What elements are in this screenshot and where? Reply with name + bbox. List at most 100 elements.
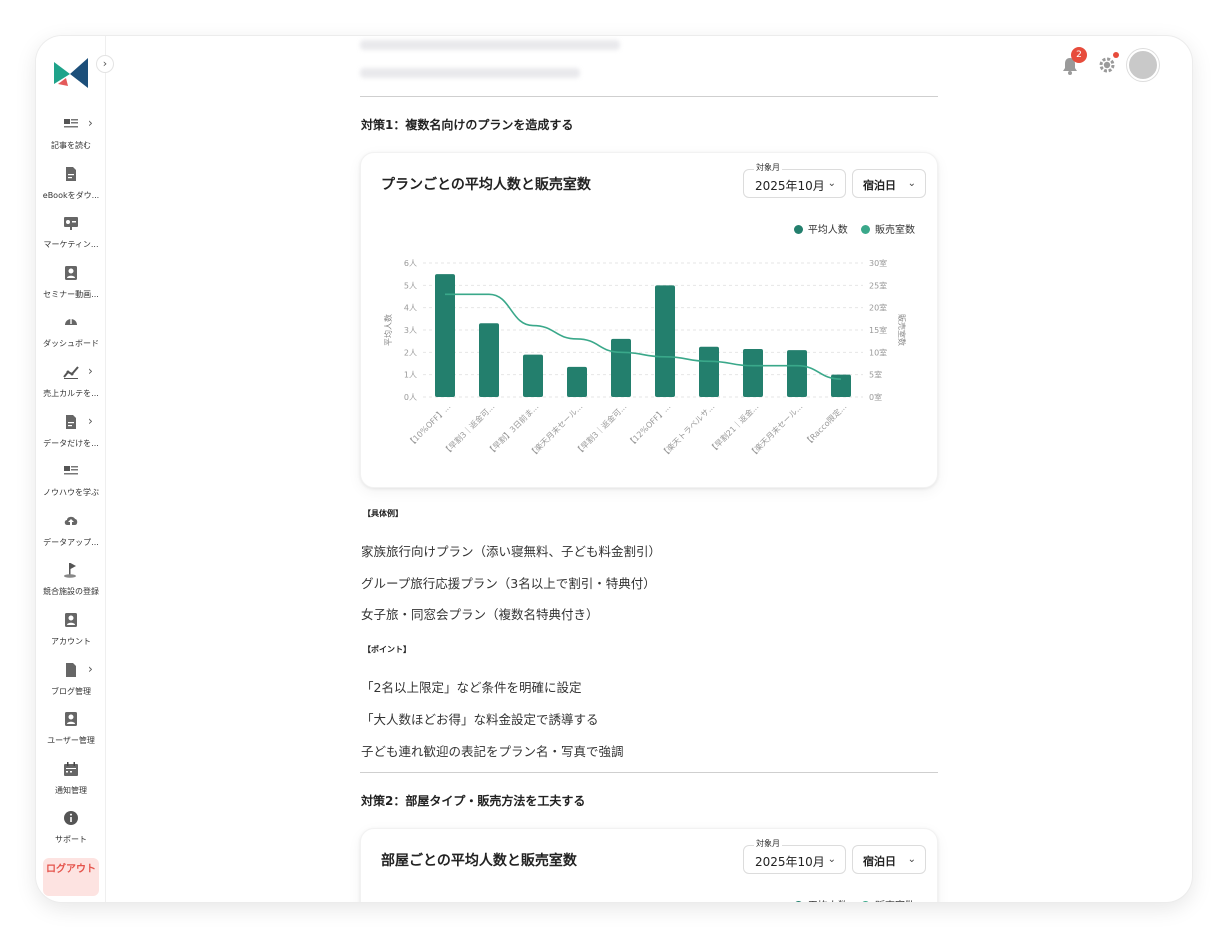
y-left-tick-label: 3人 xyxy=(404,326,417,335)
sidebar-item[interactable]: 競合施設の登録 xyxy=(36,562,106,606)
month-select[interactable]: 対象月 2025年10月 ⌄ xyxy=(743,162,846,198)
sidebar-item[interactable]: アカウント xyxy=(36,612,106,656)
y-right-tick-label: 25室 xyxy=(869,280,887,290)
flag-icon xyxy=(64,563,76,579)
card-title: プランごとの平均人数と販売室数 xyxy=(381,177,591,193)
sidebar-item[interactable]: eBookをダウ... xyxy=(36,166,106,210)
y-left-tick-label: 1人 xyxy=(404,371,417,380)
sidebar-item-label: ユーザー管理 xyxy=(47,736,95,746)
sidebar-item-label: 競合施設の登録 xyxy=(43,587,99,597)
sidebar-item[interactable]: › 記事を読む xyxy=(36,116,106,160)
y-right-tick-label: 30室 xyxy=(869,258,887,268)
legend-swatch xyxy=(793,225,803,234)
bar xyxy=(743,348,763,397)
sidebar-item-label: データアップ... xyxy=(43,537,99,547)
section-title-2: 対策2：部屋タイプ・販売方法を工夫する xyxy=(361,794,586,808)
document-icon xyxy=(66,414,76,429)
legend-label: 平均人数 xyxy=(808,901,848,902)
sidebar-expand-button[interactable]: › xyxy=(96,55,114,73)
sidebar-item[interactable]: 通知管理 xyxy=(36,761,106,805)
sidebar-item-label: ブログ管理 xyxy=(51,686,91,696)
sidebar-item-label: マーケティン... xyxy=(43,240,99,250)
logout-button[interactable]: ログアウト xyxy=(43,858,99,896)
y-right-tick-label: 20室 xyxy=(869,303,887,313)
sidebar-item[interactable]: ユーザー管理 xyxy=(36,711,106,755)
user-card-icon xyxy=(65,613,77,627)
sidebar: › › 記事を読む eBookをダウ... マーケティン... セミナー動画... ダッシ… xyxy=(36,36,114,902)
divider xyxy=(360,772,938,773)
chevron-right-icon: › xyxy=(88,661,93,676)
bar-line-chart: 0人 1人 2人 3人 4人 5人 6人 0室 5室 10室 15室 20室 25室 30室平均人数 販売室… xyxy=(383,258,907,459)
trend-chart-icon xyxy=(63,366,79,379)
y-right-axis-label: 販売室数 xyxy=(897,314,907,346)
sidebar-item[interactable]: › 売上カルテを... xyxy=(36,364,106,408)
app-logo[interactable] xyxy=(52,54,90,90)
sidebar-item-label: eBookをダウ... xyxy=(42,190,100,200)
presentation-icon xyxy=(64,217,78,231)
date-type-select[interactable]: 宿泊日 ⌄ xyxy=(852,169,926,198)
date-type-value: 宿泊日 xyxy=(863,179,896,192)
legend-swatch xyxy=(793,901,803,902)
notification-count-badge: 2 xyxy=(1071,47,1087,63)
sidebar-item[interactable]: › ブログ管理 xyxy=(36,662,106,706)
sidebar-item-label: ダッシュボード xyxy=(43,339,99,349)
calendar-icon xyxy=(64,761,78,776)
legend-swatch xyxy=(861,225,870,234)
sidebar-item[interactable]: サポート xyxy=(36,810,106,854)
chart-card-rooms: 部屋ごとの平均人数と販売室数 対象月 2025年10月 ⌄ 宿泊日 ⌄ 平均人数… xyxy=(360,828,938,902)
chart-legend: 平均人数 販売室数 xyxy=(784,897,915,902)
sidebar-item-label: セミナー動画... xyxy=(43,289,99,299)
blurred-text-line xyxy=(360,68,580,78)
sidebar-item-label: 記事を読む xyxy=(51,141,91,150)
user-card-icon xyxy=(65,712,77,727)
point-item: 「2名以上限定」など条件を明確に設定 xyxy=(361,680,582,695)
chevron-right-icon: › xyxy=(88,116,93,130)
chevron-right-icon: › xyxy=(88,413,93,428)
month-select[interactable]: 対象月 2025年10月 ⌄ xyxy=(743,838,846,874)
y-left-tick-label: 5人 xyxy=(404,281,417,290)
user-avatar[interactable] xyxy=(1127,49,1159,81)
sidebar-item[interactable]: セミナー動画... xyxy=(36,265,106,309)
sidebar-item[interactable]: ノウハウを学ぶ xyxy=(36,463,106,507)
section-title-1: 対策1：複数名向けのプランを造成する xyxy=(361,118,574,132)
legend-swatch xyxy=(861,901,870,902)
y-left-tick-label: 0人 xyxy=(404,393,417,402)
settings-alert-dot xyxy=(1113,52,1119,58)
sidebar-item-label: アカウント xyxy=(51,637,91,646)
date-type-select[interactable]: 宿泊日 ⌄ xyxy=(852,845,926,874)
month-select-caption: 対象月 xyxy=(754,162,782,173)
bar xyxy=(435,274,455,397)
main-content: 対策1：複数名向けのプランを造成する プランごとの平均人数と販売室数 対象月 2… xyxy=(360,36,940,902)
user-card-icon xyxy=(65,265,77,280)
x-tick-label: 【10%OFF】... xyxy=(406,402,453,449)
sidebar-item[interactable]: ダッシュボード xyxy=(36,314,106,358)
legend-item-rooms-sold[interactable]: 販売室数 xyxy=(861,225,915,236)
example-item: 女子旅・同窓会プラン（複数名特典付き） xyxy=(361,607,599,622)
info-icon xyxy=(64,811,78,826)
legend-item-avg-people[interactable]: 平均人数 xyxy=(793,901,848,902)
example-item: 家族旅行向けプラン（添い寝無料、子ども料金割引） xyxy=(361,544,662,559)
gear-icon[interactable] xyxy=(1098,56,1116,74)
chevron-down-icon: ⌄ xyxy=(907,178,916,189)
chevron-down-icon: ⌄ xyxy=(827,178,836,189)
divider xyxy=(360,96,938,97)
file-icon xyxy=(66,662,76,677)
legend-item-avg-people[interactable]: 平均人数 xyxy=(793,225,848,236)
month-select-caption: 対象月 xyxy=(754,838,782,849)
bar xyxy=(787,350,807,397)
sidebar-item[interactable]: › データだけを... xyxy=(36,414,106,458)
sidebar-item-label: 通知管理 xyxy=(55,785,87,795)
bar xyxy=(523,354,543,397)
sidebar-item-label: ノウハウを学ぶ xyxy=(43,488,99,498)
point-heading: 【ポイント】 xyxy=(363,645,411,654)
line-series xyxy=(444,293,842,380)
y-left-tick-label: 4人 xyxy=(404,304,417,313)
y-left-tick-label: 2人 xyxy=(404,348,417,357)
sidebar-item[interactable]: データアップ... xyxy=(36,513,106,557)
month-select-value: 2025年10月 xyxy=(755,855,825,869)
sidebar-item[interactable]: マーケティン... xyxy=(36,215,106,259)
legend-item-rooms-sold[interactable]: 販売室数 xyxy=(861,901,915,902)
blurred-text-line xyxy=(360,40,620,50)
chevron-right-icon: › xyxy=(88,364,93,378)
legend-label: 平均人数 xyxy=(807,225,848,236)
